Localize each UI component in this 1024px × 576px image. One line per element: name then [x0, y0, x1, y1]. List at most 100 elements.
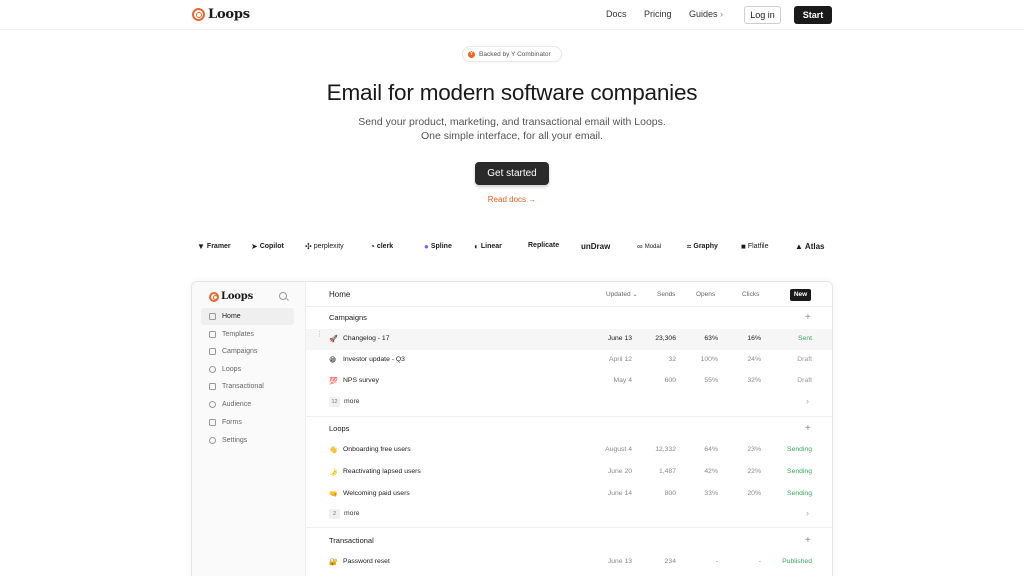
badge-text: Backed by Y Combinator: [479, 50, 551, 58]
lock-icon: 🔐: [329, 559, 338, 566]
brand-name: Loops: [208, 7, 250, 22]
app-main: Home Updated ⌄ Sends Opens Clicks New Ca…: [306, 282, 832, 576]
row-clicks: 23%: [747, 446, 761, 453]
hero-title: Email for modern software companies: [326, 80, 698, 105]
row-clicks: 20%: [747, 490, 761, 497]
start-button[interactable]: Start: [794, 6, 832, 24]
status-badge: Draft: [797, 377, 812, 384]
row-opens: 63%: [704, 335, 718, 342]
moon-icon: 🌛: [329, 469, 338, 476]
row-date: August 4: [605, 446, 632, 453]
sidebar-item-home[interactable]: Home: [201, 308, 294, 325]
y-combinator-icon: Y: [468, 50, 475, 58]
main-header: Home Updated ⌄ Sends Opens Clicks New: [306, 282, 832, 307]
page-title: Home: [329, 290, 351, 299]
rocket-icon: 🚀: [329, 336, 338, 343]
login-button[interactable]: Log in: [744, 6, 781, 24]
transactional-icon: [209, 383, 216, 390]
row-clicks: 22%: [747, 468, 761, 475]
status-badge: Sending: [787, 468, 812, 475]
add-campaign-icon[interactable]: +: [805, 313, 811, 323]
more-count: 2: [329, 509, 340, 519]
smile-icon: 😁: [329, 357, 337, 364]
table-row[interactable]: 💯 NPS survey May 4 600 55% 32% Draft: [306, 371, 832, 392]
section-transactional: Transactional: [329, 536, 374, 545]
sort-dropdown[interactable]: Updated ⌄: [606, 291, 637, 298]
yc-badge[interactable]: Y Backed by Y Combinator: [462, 46, 562, 62]
table-row[interactable]: 🔐 Password reset June 13 234 - - Publish…: [306, 552, 832, 573]
table-row[interactable]: 👋 Onboarding free users August 4 12,332 …: [306, 440, 832, 461]
status-badge: Sent: [798, 335, 812, 342]
row-clicks: 16%: [747, 335, 761, 342]
nav-docs-link[interactable]: Docs: [606, 9, 627, 19]
row-name: Reactivating lapsed users: [343, 468, 421, 475]
row-sends: 12,332: [655, 446, 676, 453]
undraw-logo: unDraw: [581, 242, 611, 251]
row-opens: 100%: [700, 356, 718, 363]
brand-logo[interactable]: Loops: [192, 7, 250, 22]
sidebar-item-audience[interactable]: Audience: [201, 396, 294, 413]
col-sends: Sends: [657, 291, 676, 298]
sidebar-item-transactional[interactable]: Transactional: [201, 378, 294, 395]
chevron-right-icon: ›: [720, 9, 723, 19]
app-brand: Loops: [209, 291, 253, 302]
sidebar-item-campaigns[interactable]: Campaigns: [201, 343, 294, 360]
row-opens: -: [715, 558, 718, 565]
add-transactional-icon[interactable]: +: [805, 536, 811, 546]
drag-handle-icon[interactable]: ⋮: [316, 331, 323, 338]
sidebar-item-settings[interactable]: Settings: [201, 432, 294, 449]
row-date: June 14: [607, 490, 632, 497]
row-name: Password reset: [343, 558, 390, 565]
row-sends: 1,487: [658, 468, 676, 475]
loop-icon: [209, 366, 216, 373]
sidebar-item-templates[interactable]: Templates: [201, 326, 294, 343]
row-clicks: -: [758, 558, 761, 565]
get-started-button[interactable]: Get started: [475, 162, 549, 185]
more-count: 12: [329, 397, 340, 407]
nav-pricing-link[interactable]: Pricing: [644, 9, 672, 19]
sidebar-item-loops[interactable]: Loops: [201, 361, 294, 378]
row-name: NPS survey: [343, 377, 379, 384]
row-name: Changelog - 17: [343, 335, 390, 342]
spline-logo: ● Spline: [424, 242, 452, 251]
row-clicks: 32%: [747, 377, 761, 384]
hundred-icon: 💯: [329, 378, 338, 385]
loops-logo-icon: [192, 8, 205, 21]
section-loops: Loops: [329, 424, 350, 433]
users-icon: [209, 401, 216, 408]
wave-icon: 👋: [329, 447, 338, 454]
hero-subtitle-line2: One simple interface, for all your email…: [420, 130, 604, 142]
nav-guides-link[interactable]: Guides: [689, 9, 718, 19]
table-row[interactable]: 😁 Investor update - Q3 April 12 32 100% …: [306, 350, 832, 371]
row-sends: 600: [664, 377, 676, 384]
more-row[interactable]: 12 more ›: [306, 392, 832, 413]
app-brand-name: Loops: [221, 291, 253, 302]
templates-icon: [209, 331, 216, 338]
divider: [306, 416, 832, 417]
add-loop-icon[interactable]: +: [805, 424, 811, 434]
app-preview: Loops Home Templates Campaigns Loops Tra…: [191, 281, 833, 576]
row-opens: 33%: [704, 490, 718, 497]
row-date: June 13: [607, 335, 632, 342]
more-label: more: [344, 510, 360, 517]
new-button[interactable]: New: [790, 289, 811, 301]
chevron-right-icon: ›: [806, 396, 809, 406]
row-sends: 32: [668, 356, 676, 363]
more-row[interactable]: 2 more ›: [306, 504, 832, 525]
row-opens: 55%: [704, 377, 718, 384]
table-row[interactable]: ⋮ 🚀 Changelog - 17 June 13 23,306 63% 16…: [306, 329, 832, 350]
row-opens: 42%: [704, 468, 718, 475]
row-date: June 20: [607, 468, 632, 475]
search-icon[interactable]: [279, 292, 287, 300]
row-name: Investor update - Q3: [343, 356, 405, 363]
row-clicks: 24%: [747, 356, 761, 363]
framer-logo: ▼ Framer: [197, 242, 231, 251]
row-opens: 64%: [704, 446, 718, 453]
read-docs-link[interactable]: Read docs →: [0, 195, 1024, 204]
replicate-logo: Replicate: [528, 242, 560, 249]
table-row[interactable]: 🤜 Welcoming paid users June 14 800 33% 2…: [306, 484, 832, 505]
table-row[interactable]: 🌛 Reactivating lapsed users June 20 1,48…: [306, 462, 832, 483]
customer-logos: ▼ Framer ➤ Copilot ✣ perplexity ◔ clerk ● Spl…: [0, 242, 1024, 254]
sidebar-item-forms[interactable]: Forms: [201, 414, 294, 431]
modal-logo: ∞ Modal: [637, 242, 662, 251]
